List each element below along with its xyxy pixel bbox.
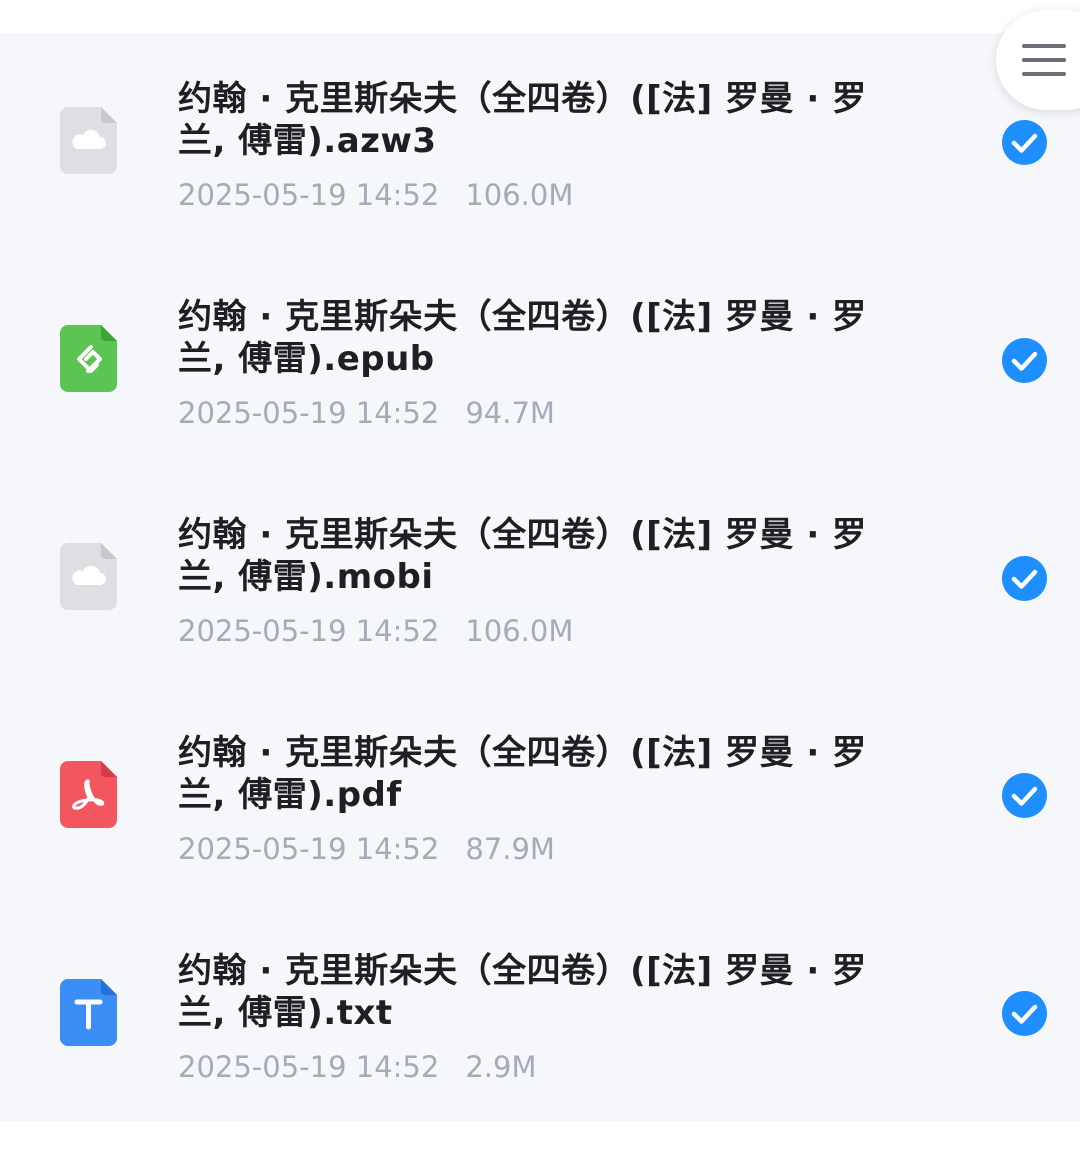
file-row-epub[interactable]: 约翰 · 克里斯朵夫（全四卷）([法] 罗曼 · 罗兰, 傅雷).epub 20…: [0, 250, 1080, 467]
file-name: 约翰 · 克里斯朵夫（全四卷）([法] 罗曼 · 罗兰, 傅雷).epub: [178, 297, 867, 379]
file-row-mobi[interactable]: 约翰 · 克里斯朵夫（全四卷）([法] 罗曼 · 罗兰, 傅雷).mobi 20…: [0, 468, 1080, 685]
selected-checkbox[interactable]: [1002, 773, 1047, 818]
file-size: 94.7M: [465, 396, 555, 430]
checkmark-icon: [1011, 1004, 1038, 1024]
selected-checkbox[interactable]: [1002, 991, 1047, 1036]
cloud-file-icon: [60, 543, 117, 610]
selected-checkbox[interactable]: [1002, 120, 1047, 165]
file-size: 106.0M: [465, 178, 574, 212]
file-row-pdf[interactable]: 约翰 · 克里斯朵夫（全四卷）([法] 罗曼 · 罗兰, 傅雷).pdf 202…: [0, 685, 1080, 902]
file-meta: 2025-05-19 14:52 87.9M: [178, 832, 555, 866]
file-date: 2025-05-19 14:52: [178, 396, 440, 430]
file-size: 106.0M: [465, 614, 574, 648]
file-name: 约翰 · 克里斯朵夫（全四卷）([法] 罗曼 · 罗兰, 傅雷).azw3: [178, 79, 867, 161]
file-name: 约翰 · 克里斯朵夫（全四卷）([法] 罗曼 · 罗兰, 傅雷).mobi: [178, 515, 867, 597]
selected-checkbox[interactable]: [1002, 338, 1047, 383]
epub-file-icon: [60, 325, 117, 392]
file-date: 2025-05-19 14:52: [178, 614, 440, 648]
file-meta: 2025-05-19 14:52 2.9M: [178, 1050, 536, 1084]
checkmark-icon: [1011, 569, 1038, 589]
hamburger-menu-icon: [1022, 58, 1066, 62]
file-name: 约翰 · 克里斯朵夫（全四卷）([法] 罗曼 · 罗兰, 傅雷).pdf: [178, 733, 867, 815]
cloud-file-icon: [60, 107, 117, 174]
file-date: 2025-05-19 14:52: [178, 832, 440, 866]
hamburger-menu-icon: [1022, 44, 1066, 48]
pdf-file-icon: [60, 761, 117, 828]
checkmark-icon: [1011, 786, 1038, 806]
file-list: 约翰 · 克里斯朵夫（全四卷）([法] 罗曼 · 罗兰, 傅雷).azw3 20…: [0, 33, 1080, 1121]
file-name: 约翰 · 克里斯朵夫（全四卷）([法] 罗曼 · 罗兰, 傅雷).txt: [178, 951, 867, 1033]
file-meta: 2025-05-19 14:52 94.7M: [178, 396, 555, 430]
file-list-screen: 约翰 · 克里斯朵夫（全四卷）([法] 罗曼 · 罗兰, 傅雷).azw3 20…: [0, 0, 1080, 1151]
file-meta: 2025-05-19 14:52 106.0M: [178, 614, 573, 648]
file-meta: 2025-05-19 14:52 106.0M: [178, 178, 573, 212]
file-size: 87.9M: [465, 832, 555, 866]
file-date: 2025-05-19 14:52: [178, 178, 440, 212]
hamburger-menu-icon: [1022, 72, 1066, 76]
checkmark-icon: [1011, 351, 1038, 371]
file-row-azw3[interactable]: 约翰 · 克里斯朵夫（全四卷）([法] 罗曼 · 罗兰, 傅雷).azw3 20…: [0, 33, 1080, 250]
file-date: 2025-05-19 14:52: [178, 1050, 440, 1084]
file-row-txt[interactable]: 约翰 · 克里斯朵夫（全四卷）([法] 罗曼 · 罗兰, 傅雷).txt 202…: [0, 903, 1080, 1120]
selected-checkbox[interactable]: [1002, 556, 1047, 601]
txt-file-icon: [60, 979, 117, 1046]
checkmark-icon: [1011, 133, 1038, 153]
file-size: 2.9M: [465, 1050, 537, 1084]
